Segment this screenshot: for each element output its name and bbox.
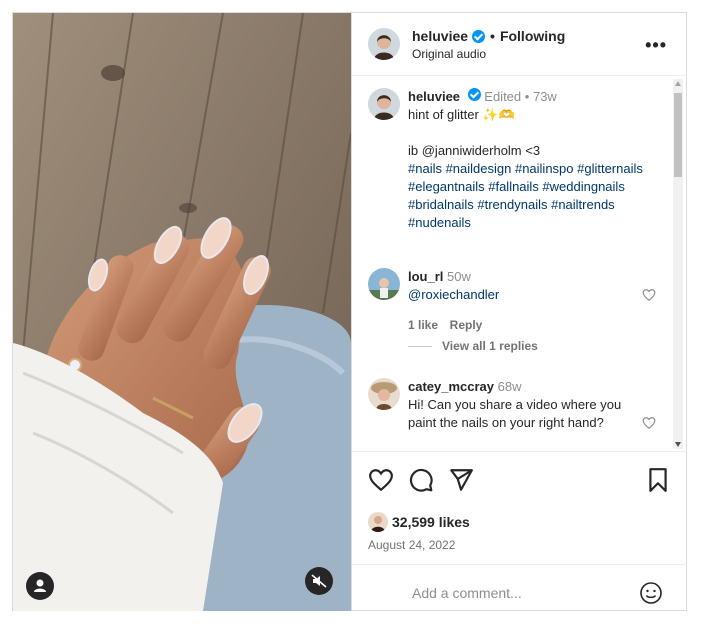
comment-avatar[interactable] <box>368 378 400 410</box>
avatar-image <box>368 512 388 532</box>
post-image[interactable] <box>13 13 351 611</box>
share-icon[interactable] <box>448 467 474 493</box>
author-avatar[interactable] <box>368 28 400 60</box>
comment-avatar[interactable] <box>368 268 400 300</box>
comment-age[interactable]: 68w <box>498 379 522 394</box>
caption-author-avatar[interactable] <box>368 88 400 120</box>
comment-icon[interactable] <box>408 467 434 493</box>
comment-item: catey_mccray 68w Hi! Can you share a vid… <box>408 378 630 432</box>
author-username[interactable]: heluviee <box>412 28 468 44</box>
more-options-icon[interactable]: ••• <box>645 35 667 56</box>
post-actions: 32,599 likes August 24, 2022 Add a comme… <box>352 451 687 612</box>
replies-divider <box>408 346 432 347</box>
verified-badge-icon <box>472 29 486 43</box>
scroll-down-icon[interactable] <box>675 442 681 447</box>
avatar-image <box>368 378 400 410</box>
comment-likes[interactable]: 1 like <box>408 318 438 332</box>
comments-scrollbar[interactable] <box>673 79 683 449</box>
tagged-users-button[interactable] <box>26 572 54 600</box>
caption-line-2: ib @janniwiderholm <3 <box>408 143 541 158</box>
caption-separator: • <box>524 89 530 104</box>
add-comment-bar: Add a comment... <box>352 564 687 613</box>
person-icon <box>34 579 46 592</box>
following-button[interactable]: Following <box>500 28 565 44</box>
avatar-image <box>368 268 400 300</box>
post-header: heluviee • Following Original audio ••• <box>352 13 687 76</box>
verified-badge-icon <box>467 88 481 101</box>
comments-scroll-area[interactable]: heluviee Edited • 73w hint of glitter ✨🫶… <box>352 75 688 451</box>
post-details-panel: heluviee • Following Original audio ••• … <box>351 13 687 611</box>
comment-like-heart-icon[interactable] <box>642 288 656 302</box>
post-date[interactable]: August 24, 2022 <box>368 538 455 552</box>
comment-username[interactable]: lou_rl <box>408 269 443 284</box>
save-bookmark-icon[interactable] <box>645 467 671 493</box>
liker-avatar[interactable] <box>368 512 388 532</box>
caption-age[interactable]: 73w <box>533 89 557 104</box>
reply-button[interactable]: Reply <box>450 318 483 332</box>
scrollbar-thumb[interactable] <box>674 93 682 177</box>
comment-like-heart-icon[interactable] <box>642 416 656 430</box>
comment-username[interactable]: catey_mccray <box>408 379 494 394</box>
nail-photo <box>13 13 351 611</box>
comment-age[interactable]: 50w <box>447 269 471 284</box>
likes-count[interactable]: 32,599 likes <box>392 514 470 530</box>
post-dialog: heluviee • Following Original audio ••• … <box>12 12 687 611</box>
add-comment-input[interactable]: Add a comment... <box>412 585 522 601</box>
speaker-muted-icon <box>311 574 327 588</box>
comment-text[interactable]: @roxiechandler <box>408 286 638 304</box>
post-caption: heluviee Edited • 73w hint of glitter ✨🫶… <box>408 88 670 232</box>
mute-button[interactable] <box>305 567 333 595</box>
avatar-image <box>368 88 400 120</box>
scroll-up-icon[interactable] <box>675 81 681 86</box>
view-replies-button[interactable]: View all 1 replies <box>442 339 538 353</box>
avatar-image <box>368 28 400 60</box>
emoji-icon[interactable] <box>639 581 663 605</box>
comment-text: Hi! Can you share a video where you pain… <box>408 397 622 430</box>
audio-link[interactable]: Original audio <box>412 47 486 61</box>
caption-line-1: hint of glitter ✨🫶 <box>408 107 515 122</box>
like-heart-icon[interactable] <box>368 467 394 493</box>
caption-username[interactable]: heluviee <box>408 89 460 104</box>
header-separator: • <box>490 28 495 44</box>
edited-label: Edited <box>484 89 522 104</box>
comment-item: lou_rl 50w @roxiechandler 1 like Reply <box>408 268 638 334</box>
caption-hashtags[interactable]: #nails #naildesign #nailinspo #glitterna… <box>408 160 670 232</box>
